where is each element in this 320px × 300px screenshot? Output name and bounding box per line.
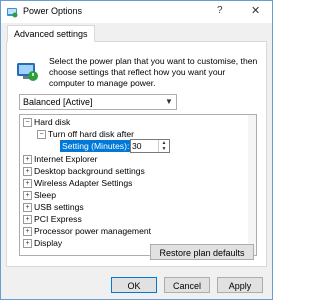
tree-item[interactable]: Display xyxy=(34,237,62,249)
expand-icon[interactable]: + xyxy=(23,215,32,224)
minutes-input[interactable] xyxy=(132,140,156,151)
title-bar: Power Options ? ✕ xyxy=(1,1,272,23)
tree-item[interactable]: Desktop background settings xyxy=(34,165,145,177)
description-text: Select the power plan that you want to c… xyxy=(49,56,258,88)
chevron-down-icon: ▼ xyxy=(165,97,173,106)
expand-icon[interactable]: + xyxy=(23,239,32,248)
tree-item[interactable]: Processor power management xyxy=(34,225,151,237)
minutes-stepper[interactable]: ▲ ▼ xyxy=(130,139,170,153)
tree-item[interactable]: USB settings xyxy=(34,201,84,213)
window-title: Power Options xyxy=(23,6,83,16)
tree-item-hard-disk[interactable]: Hard disk xyxy=(34,116,70,128)
tree-item[interactable]: PCI Express xyxy=(34,213,82,225)
ok-button[interactable]: OK xyxy=(111,277,157,293)
close-button[interactable]: ✕ xyxy=(251,4,260,17)
power-options-dialog: Power Options ? ✕ Advanced settings Sele… xyxy=(0,0,273,300)
expand-icon[interactable]: + xyxy=(23,155,32,164)
tab-advanced-settings[interactable]: Advanced settings xyxy=(7,25,95,42)
tree-scrollbar[interactable] xyxy=(248,115,256,255)
setting-minutes-label: Setting (Minutes): xyxy=(60,140,132,152)
power-plan-icon xyxy=(17,63,38,81)
expand-icon[interactable]: + xyxy=(23,167,32,176)
tree-item-turn-off-hard-disk[interactable]: Turn off hard disk after xyxy=(48,128,134,140)
power-options-icon xyxy=(7,8,18,18)
tree-item[interactable]: Internet Explorer xyxy=(34,153,98,165)
apply-button[interactable]: Apply xyxy=(217,277,263,293)
tree-item[interactable]: Wireless Adapter Settings xyxy=(34,177,132,189)
restore-defaults-button[interactable]: Restore plan defaults xyxy=(150,244,254,260)
expand-icon[interactable]: + xyxy=(23,203,32,212)
collapse-icon[interactable]: − xyxy=(37,130,46,139)
tree-item[interactable]: Sleep xyxy=(34,189,56,201)
help-button[interactable]: ? xyxy=(217,5,223,16)
spin-buttons[interactable]: ▲ ▼ xyxy=(158,140,169,152)
collapse-icon[interactable]: − xyxy=(23,118,32,127)
expand-icon[interactable]: + xyxy=(23,191,32,200)
settings-tree[interactable]: − Hard disk − Turn off hard disk after S… xyxy=(19,114,257,256)
plan-select[interactable]: Balanced [Active] ▼ xyxy=(19,94,177,110)
cancel-button[interactable]: Cancel xyxy=(164,277,210,293)
expand-icon[interactable]: + xyxy=(23,179,32,188)
expand-icon[interactable]: + xyxy=(23,227,32,236)
plan-select-value: Balanced [Active] xyxy=(23,97,93,107)
spin-down-icon[interactable]: ▼ xyxy=(159,146,169,152)
